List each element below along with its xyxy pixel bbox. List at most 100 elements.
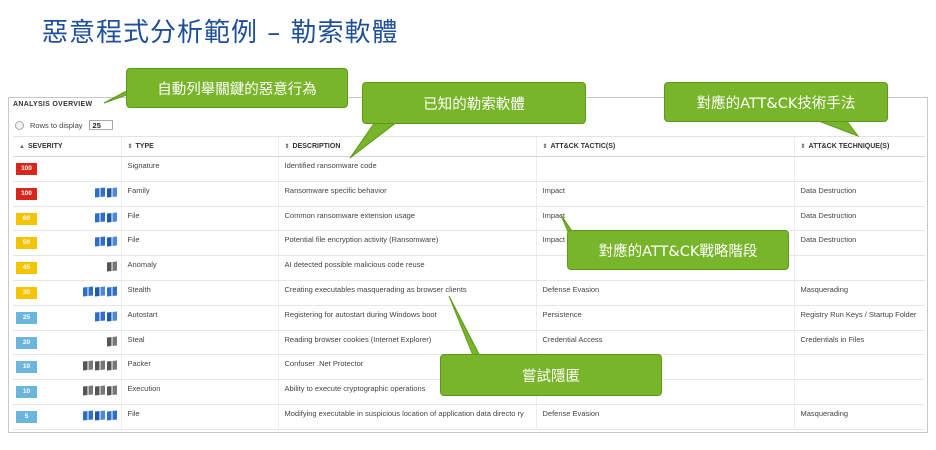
technique-cell: Data Destruction <box>793 181 925 207</box>
type-cell: File <box>120 404 278 430</box>
severity-cell: 10 <box>13 354 121 381</box>
windows-icon <box>94 410 105 421</box>
severity-badge: 45 <box>16 262 37 275</box>
callout-evasion: 嘗試隱匿 <box>440 354 662 396</box>
description-cell: Reading browser cookies (Internet Explor… <box>277 330 536 356</box>
type-cell: Anomaly <box>120 255 278 281</box>
rows-label: Rows to display <box>30 120 83 130</box>
platform-icons <box>94 311 117 322</box>
severity-badge: 50 <box>16 237 37 250</box>
windows-icon <box>106 286 117 297</box>
windows-gray-icon <box>106 261 117 272</box>
severity-badge: 100 <box>16 163 37 175</box>
sort-icon: ⇕ <box>284 144 290 150</box>
windows-icon <box>94 311 105 322</box>
technique-cell: Masquerading <box>793 404 925 430</box>
table-row[interactable]: 60 File Common ransomware extension usage I… <box>13 206 925 232</box>
severity-badge: 100 <box>16 187 37 200</box>
table-header-row: ▲ SEVERITY ⇕ TYPE ⇕ DESCRIPTION ⇕ ATT&CK TAC… <box>13 136 925 157</box>
type-cell: File <box>120 230 278 257</box>
table-row[interactable]: 5 File Modifying executable in suspicious … <box>13 404 925 430</box>
platform-icons <box>94 187 117 198</box>
type-cell: Signature <box>120 156 278 182</box>
rows-input[interactable]: 25 <box>88 120 113 130</box>
platform-icons <box>82 286 117 297</box>
sort-icon: ⇕ <box>127 144 133 150</box>
windows-icon <box>94 286 105 297</box>
severity-cell: 30 <box>13 280 121 306</box>
rows-to-display-control: Rows to display 25 <box>15 119 113 131</box>
slide-title: 惡意程式分析範例 – 勒索軟體 <box>42 18 399 48</box>
tactic-cell: Defense Evasion <box>535 404 794 430</box>
severity-badge: 5 <box>16 410 37 423</box>
severity-cell: 25 <box>13 305 121 331</box>
technique-cell: Data Destruction <box>793 230 925 257</box>
column-header-type[interactable]: ⇕ TYPE <box>120 136 278 157</box>
windows-icon <box>106 212 117 223</box>
callout-known-ransomware: 已知的勒索軟體 <box>362 82 586 124</box>
tactic-cell: Impact <box>535 181 794 207</box>
tactic-cell <box>535 156 794 182</box>
tactic-cell: Persistence <box>535 305 794 331</box>
description-cell: Identified ransomware code <box>277 156 536 182</box>
severity-cell: 20 <box>13 330 121 356</box>
type-cell: Family <box>120 181 278 207</box>
tactic-cell: Credential Access <box>535 330 794 356</box>
technique-cell <box>793 255 925 281</box>
type-cell: Stealth <box>120 280 278 306</box>
column-header-tactic[interactable]: ⇕ ATT&CK TACTIC(S) <box>535 136 794 157</box>
description-cell: Registering for autostart during Windows… <box>277 305 536 331</box>
table-row[interactable]: 25 Autostart Registering for autostart dur… <box>13 305 925 331</box>
windows-gray-icon <box>82 360 93 371</box>
technique-cell <box>793 354 925 381</box>
description-cell: Creating executables masquerading as bro… <box>277 280 536 306</box>
tactic-cell: Impact <box>535 206 794 232</box>
sort-icon: ⇕ <box>800 144 806 150</box>
windows-icon <box>82 410 93 421</box>
severity-cell: 60 <box>13 206 121 232</box>
severity-cell: 5 <box>13 404 121 430</box>
column-header-severity[interactable]: ▲ SEVERITY <box>13 136 121 157</box>
windows-gray-icon <box>94 385 105 396</box>
table-row[interactable]: 20 Steal Reading browser cookies (Internet… <box>13 330 925 356</box>
type-cell: Autostart <box>120 305 278 331</box>
table-row[interactable]: 30 Stealth Creating executables masqueradi… <box>13 280 925 306</box>
severity-cell: 100 <box>13 156 121 182</box>
windows-icon <box>94 187 105 198</box>
table-row[interactable]: 100 Signature Identified ransomware code <box>13 156 925 182</box>
windows-icon <box>106 236 117 247</box>
technique-cell: Masquerading <box>793 280 925 306</box>
windows-icon <box>94 212 105 223</box>
technique-cell <box>793 156 925 182</box>
severity-badge: 60 <box>16 212 37 225</box>
severity-cell: 50 <box>13 230 121 257</box>
sort-icon: ⇕ <box>542 144 548 150</box>
technique-cell: Registry Run Keys / Startup Folder <box>793 305 925 331</box>
platform-icons <box>94 212 117 223</box>
windows-icon <box>106 187 117 198</box>
type-cell: Execution <box>120 379 278 405</box>
windows-gray-icon <box>82 385 93 396</box>
severity-badge: 10 <box>16 386 37 399</box>
windows-icon <box>94 236 105 247</box>
windows-gray-icon <box>106 385 117 396</box>
windows-icon <box>106 410 117 421</box>
severity-badge: 20 <box>16 336 37 349</box>
description-cell: AI detected possible malicious code reus… <box>277 255 536 281</box>
panel-title: ANALYSIS OVERVIEW <box>13 101 93 108</box>
platform-icons <box>94 236 117 247</box>
platform-icons <box>106 261 117 272</box>
column-header-description[interactable]: ⇕ DESCRIPTION <box>277 136 536 157</box>
description-cell: Ransomware specific behavior <box>277 181 536 207</box>
platform-icons <box>106 336 117 347</box>
callout-tactic-map: 對應的ATT&CK戰略階段 <box>567 230 789 270</box>
rows-radio[interactable] <box>15 120 24 130</box>
table-row[interactable]: 100 Family Ransomware specific behavior Imp… <box>13 181 925 207</box>
technique-cell: Data Destruction <box>793 206 925 232</box>
column-header-technique[interactable]: ⇕ ATT&CK TECHNIQUE(S) <box>793 136 925 157</box>
severity-cell: 100 <box>13 181 121 207</box>
type-cell: Packer <box>120 354 278 381</box>
platform-icons <box>82 360 117 371</box>
type-cell: File <box>120 206 278 232</box>
platform-icons <box>82 385 117 396</box>
